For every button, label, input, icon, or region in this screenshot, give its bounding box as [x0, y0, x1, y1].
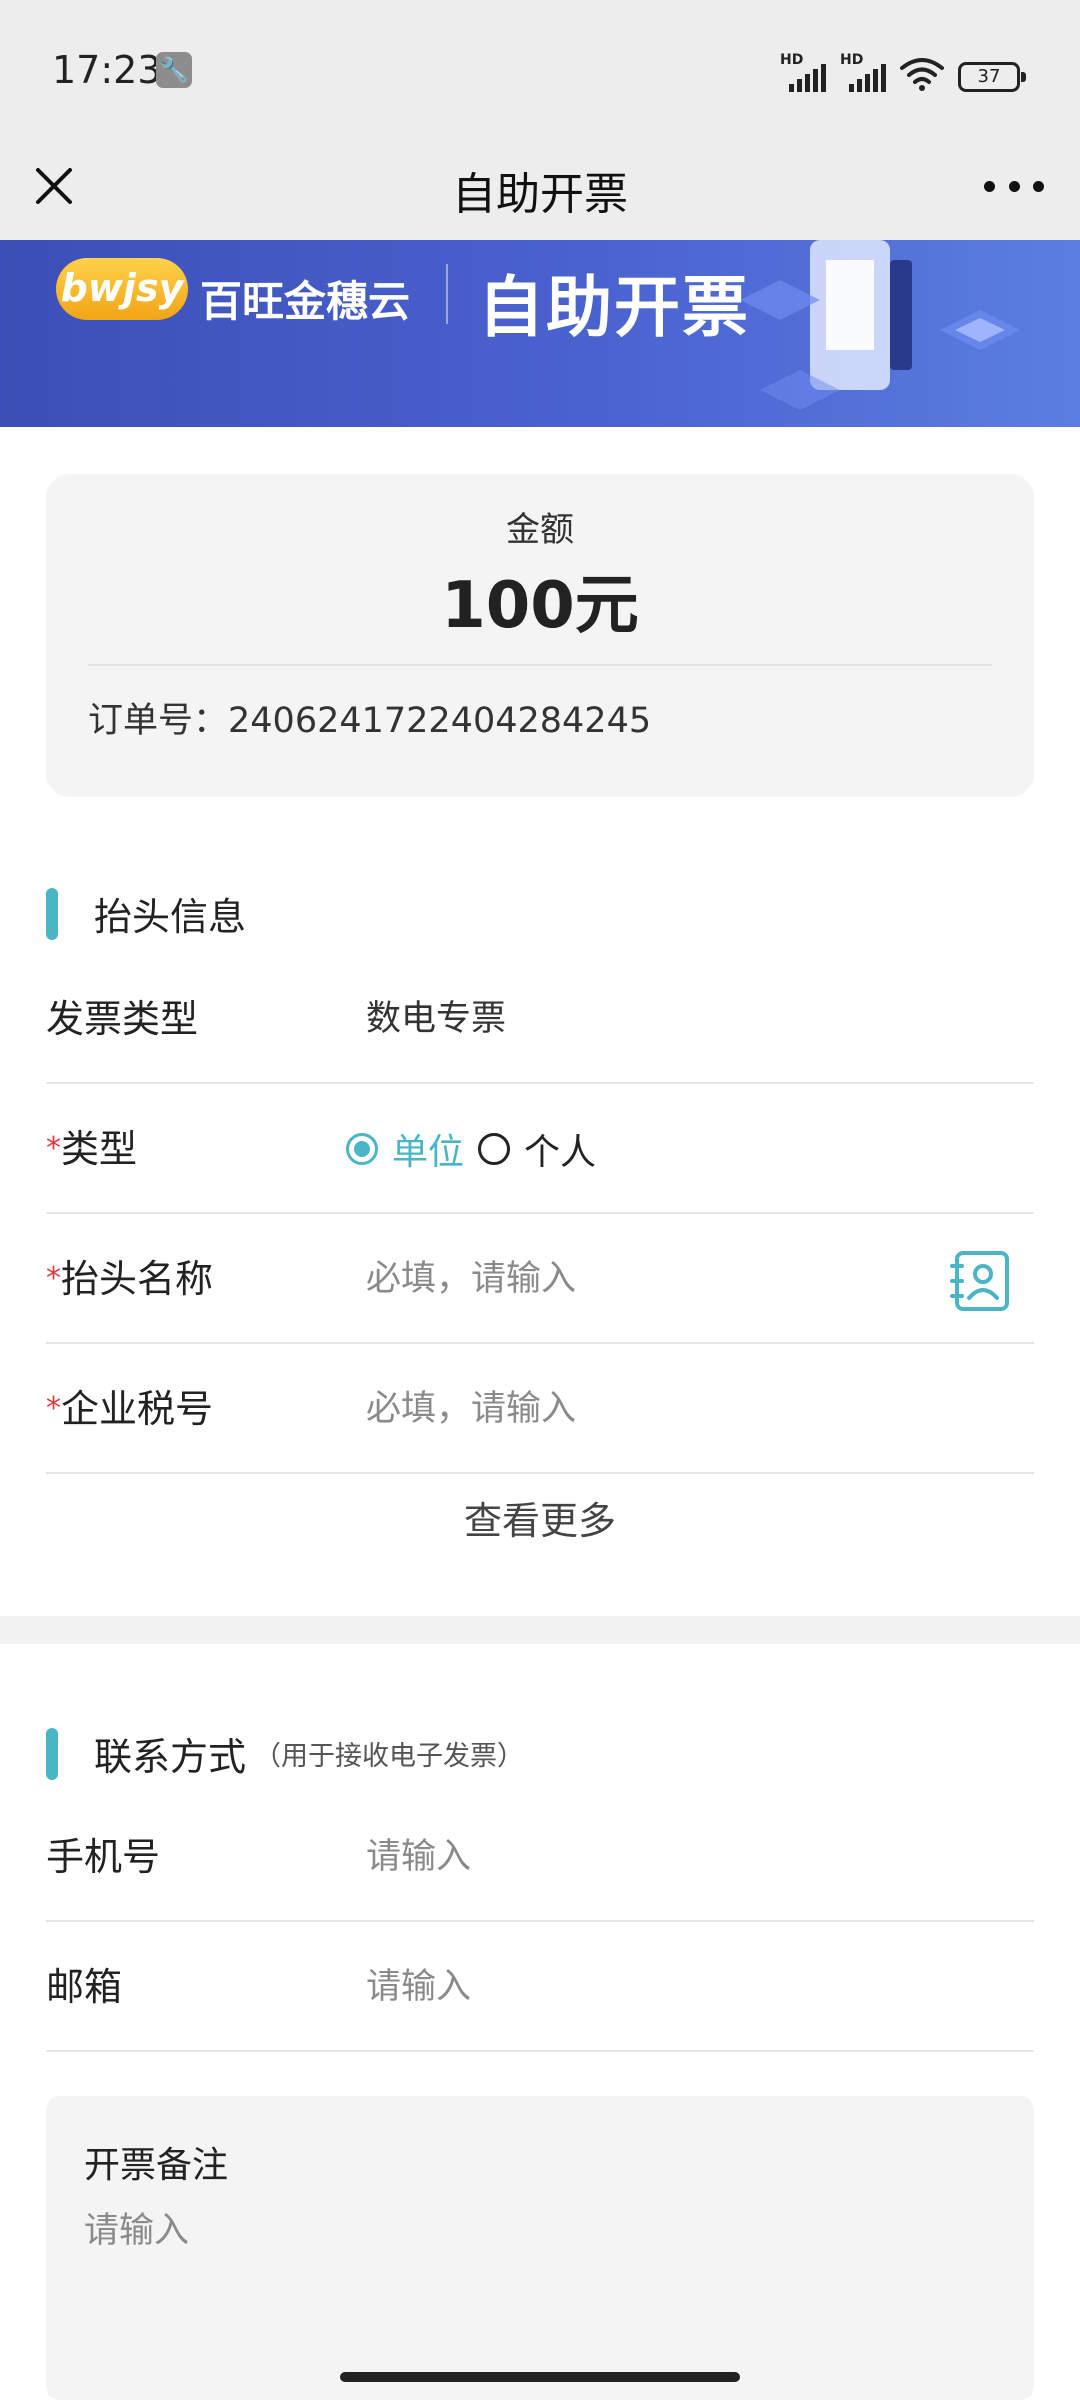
type-radio-group: 单位 个人: [346, 1084, 596, 1214]
amount-label: 金额: [506, 510, 574, 550]
required-mark: *: [46, 1131, 61, 1166]
remark-card: 开票备注: [46, 2096, 1034, 2400]
see-more-button[interactable]: 查看更多: [0, 1490, 1080, 1545]
status-time: 17:23: [52, 48, 162, 92]
more-dots-icon[interactable]: [984, 166, 1044, 206]
tax-number-label: *企业税号: [46, 1387, 214, 1431]
title-name-input[interactable]: [366, 1254, 926, 1304]
email-input[interactable]: [366, 1962, 926, 2012]
tax-number-input[interactable]: [366, 1384, 926, 1434]
battery-icon: 37: [958, 62, 1026, 92]
title-type-row: *类型 单位 个人: [46, 1084, 1034, 1214]
wifi-icon: [900, 58, 944, 91]
brand-logo: bwjsy: [56, 258, 188, 320]
brand-name: 百旺金穗云: [200, 277, 411, 326]
nav-bar: 自助开票: [0, 140, 1080, 240]
amount-value: 100元: [441, 569, 639, 643]
required-mark: *: [46, 1391, 61, 1426]
required-mark: *: [46, 1261, 61, 1296]
remark-input[interactable]: [84, 2202, 984, 2362]
signal-icon: HD: [780, 52, 826, 92]
banner-title: 自助开票: [478, 269, 750, 346]
home-indicator[interactable]: [340, 2372, 740, 2382]
wrench-icon: 🔧: [156, 52, 192, 88]
remark-title: 开票备注: [84, 2145, 229, 2186]
title-type-label: *类型: [46, 1127, 138, 1171]
email-row: 邮箱: [46, 1922, 1034, 2052]
invoice-type-label: 发票类型: [46, 997, 199, 1041]
radio-personal[interactable]: 个人: [478, 1123, 596, 1175]
amount-card: 金额 100元 订单号：2406241722404284245: [46, 474, 1034, 797]
divider: [88, 664, 992, 666]
status-bar: 17:23 🔧 HD HD 37: [0, 0, 1080, 140]
title-name-row: *抬头名称: [46, 1214, 1034, 1344]
invoice-type-value: 数电专票: [366, 999, 507, 1039]
section-title: 联系方式: [94, 1735, 247, 1779]
status-icons: HD HD 37: [780, 48, 1026, 92]
radio-unchecked-icon: [478, 1133, 511, 1165]
section-separator: [0, 1616, 1080, 1644]
invoice-type-row[interactable]: 发票类型 数电专票: [46, 954, 1034, 1084]
banner-illustration: [740, 240, 1020, 410]
order-number: 订单号：2406241722404284245: [88, 701, 652, 741]
email-label: 邮箱: [46, 1965, 123, 2009]
section-header-invoice-title: 抬头信息: [46, 886, 246, 941]
phone-row: 手机号: [46, 1792, 1034, 1922]
radio-checked-icon: [346, 1133, 378, 1165]
title-name-label: *抬头名称: [46, 1257, 214, 1301]
section-title: 抬头信息: [94, 895, 247, 939]
radio-company[interactable]: 单位: [346, 1123, 464, 1175]
section-header-contact: 联系方式 （用于接收电子发票）: [46, 1726, 524, 1781]
section-subtitle: （用于接收电子发票）: [254, 1741, 525, 1772]
contact-book-icon[interactable]: [948, 1248, 1014, 1314]
phone-input[interactable]: [366, 1832, 926, 1882]
banner: bwjsy 百旺金穗云 自助开票: [0, 240, 1080, 427]
tax-number-row: *企业税号: [46, 1344, 1034, 1474]
page-title: 自助开票: [452, 169, 628, 220]
phone-label: 手机号: [46, 1835, 161, 1879]
section-accent-bar: [46, 1727, 58, 1780]
banner-divider: [446, 264, 448, 324]
signal-icon: HD: [840, 52, 886, 92]
section-accent-bar: [46, 887, 58, 940]
